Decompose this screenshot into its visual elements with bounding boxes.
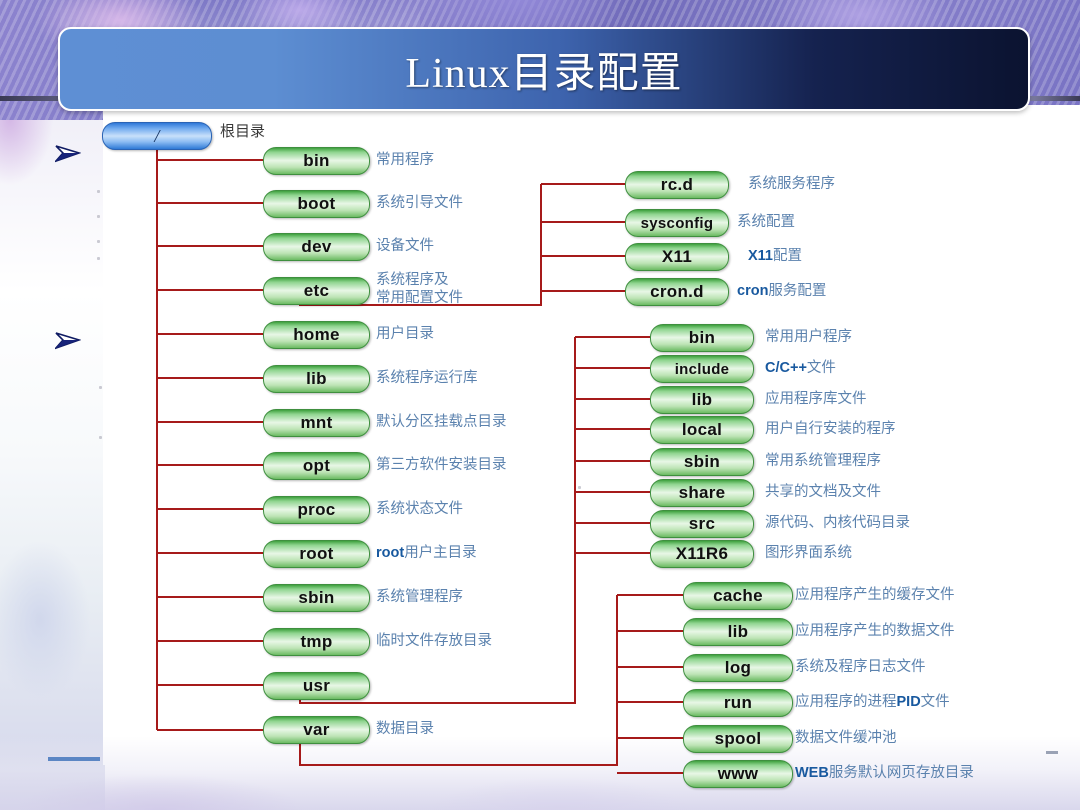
- tree-label-home: 用户目录: [376, 326, 434, 342]
- tree-label-usr-include-prefix: C/C++: [765, 360, 807, 376]
- tree-node-dev[interactable]: dev: [263, 233, 370, 261]
- tree-node-etc-sysconfig[interactable]: sysconfig: [625, 209, 729, 237]
- tree-node-etc[interactable]: etc: [263, 277, 370, 305]
- tree-label-var-run: 应用程序的进程PID文件: [795, 694, 950, 710]
- tree-label-etc-line1: 系统程序及: [376, 272, 449, 288]
- tree-node-usr-local[interactable]: local: [650, 416, 754, 444]
- tree-label-etc-crond: cron服务配置: [737, 283, 826, 299]
- tree-node-usr-share[interactable]: share: [650, 479, 754, 507]
- tree-label-etc-crond-prefix: cron: [737, 283, 769, 299]
- tree-label-var-log: 系统及程序日志文件: [795, 659, 926, 675]
- tree-node-usr-src[interactable]: src: [650, 510, 754, 538]
- tree-label-usr-share: 共享的文档及文件: [765, 484, 881, 500]
- tree-node-etc-x11[interactable]: X11: [625, 243, 729, 271]
- tree-node-etc-rcd[interactable]: rc.d: [625, 171, 729, 199]
- tree-node-root[interactable]: /: [102, 122, 212, 150]
- tree-label-tmp: 临时文件存放目录: [376, 633, 492, 649]
- tree-label-var-spool: 数据文件缓冲池: [795, 730, 897, 746]
- tree-label-proc: 系统状态文件: [376, 501, 463, 517]
- tree-node-tmp[interactable]: tmp: [263, 628, 370, 656]
- tree-node-root-dir[interactable]: root: [263, 540, 370, 568]
- tree-label-var-www: WEB服务默认网页存放目录: [795, 765, 974, 781]
- tree-label-etc-line2: 常用配置文件: [376, 290, 463, 306]
- tree-node-usr-x11r6[interactable]: X11R6: [650, 540, 754, 568]
- tree-label-etc-sysconfig: 系统配置: [737, 214, 795, 230]
- tree-label-usr-sbin: 常用系统管理程序: [765, 453, 881, 469]
- tree-label-etc-crond-text: 服务配置: [768, 283, 827, 299]
- tree-label-sbin: 系统管理程序: [376, 589, 463, 605]
- tree-node-usr-include[interactable]: include: [650, 355, 754, 383]
- tree-label-usr-x11r6: 图形界面系统: [765, 545, 852, 561]
- tree-node-usr[interactable]: usr: [263, 672, 370, 700]
- tree-node-var[interactable]: var: [263, 716, 370, 744]
- tree-label-etc-x11-prefix: X11: [748, 248, 773, 264]
- tree-node-var-www[interactable]: www: [683, 760, 793, 788]
- tree-node-bin[interactable]: bin: [263, 147, 370, 175]
- tree-label-var-run-tail: 文件: [920, 694, 950, 710]
- tree-node-boot[interactable]: boot: [263, 190, 370, 218]
- tree-label-var: 数据目录: [376, 721, 434, 737]
- tree-node-var-run[interactable]: run: [683, 689, 793, 717]
- tree-node-etc-crond[interactable]: cron.d: [625, 278, 729, 306]
- tree-label-etc-x11: X11配置: [748, 248, 802, 264]
- tree-node-var-cache[interactable]: cache: [683, 582, 793, 610]
- tree-label-opt: 第三方软件安装目录: [376, 457, 507, 473]
- tree-label-var-cache: 应用程序产生的缓存文件: [795, 587, 955, 603]
- tree-node-home[interactable]: home: [263, 321, 370, 349]
- tree-node-var-spool[interactable]: spool: [683, 725, 793, 753]
- tree-label-var-www-prefix: WEB: [795, 765, 829, 781]
- tree-node-usr-lib[interactable]: lib: [650, 386, 754, 414]
- tree-label-var-run-mid: PID: [896, 694, 921, 710]
- tree-node-usr-bin[interactable]: bin: [650, 324, 754, 352]
- tree-label-bin: 常用程序: [376, 152, 434, 168]
- tree-node-proc[interactable]: proc: [263, 496, 370, 524]
- tree-label-root: 根目录: [220, 123, 266, 140]
- tree-node-usr-sbin[interactable]: sbin: [650, 448, 754, 476]
- tree-label-etc-rcd: 系统服务程序: [748, 176, 835, 192]
- tree-node-var-lib[interactable]: lib: [683, 618, 793, 646]
- tree-label-usr-include: C/C++文件: [765, 360, 836, 376]
- tree-label-root-dir-text: 用户主目录: [404, 545, 477, 561]
- tree-label-usr-bin: 常用用户程序: [765, 329, 852, 345]
- tree-label-boot: 系统引导文件: [376, 195, 463, 211]
- tree-label-etc-x11-text: 配置: [773, 248, 802, 264]
- tree-label-lib: 系统程序运行库: [376, 370, 478, 386]
- tree-label-var-lib: 应用程序产生的数据文件: [795, 623, 955, 639]
- tree-label-usr-local: 用户自行安装的程序: [765, 421, 896, 437]
- tree-label-usr-include-text: 文件: [806, 360, 836, 376]
- tree-label-var-www-text: 服务默认网页存放目录: [828, 765, 974, 781]
- tree-label-var-run-head: 应用程序的进程: [795, 694, 897, 710]
- tree-label-usr-lib: 应用程序库文件: [765, 391, 867, 407]
- linux-directory-tree: / 根目录 bin 常用程序 boot 系统引导文件 dev 设备文件 etc …: [0, 0, 1080, 810]
- tree-label-root-dir: root用户主目录: [376, 545, 477, 561]
- tree-node-sbin[interactable]: sbin: [263, 584, 370, 612]
- tree-label-usr-src: 源代码、内核代码目录: [765, 515, 910, 531]
- tree-label-root-dir-prefix: root: [376, 545, 405, 561]
- tree-node-mnt[interactable]: mnt: [263, 409, 370, 437]
- tree-node-opt[interactable]: opt: [263, 452, 370, 480]
- tree-label-mnt: 默认分区挂载点目录: [376, 414, 507, 430]
- tree-label-dev: 设备文件: [376, 238, 434, 254]
- tree-node-var-log[interactable]: log: [683, 654, 793, 682]
- tree-node-lib[interactable]: lib: [263, 365, 370, 393]
